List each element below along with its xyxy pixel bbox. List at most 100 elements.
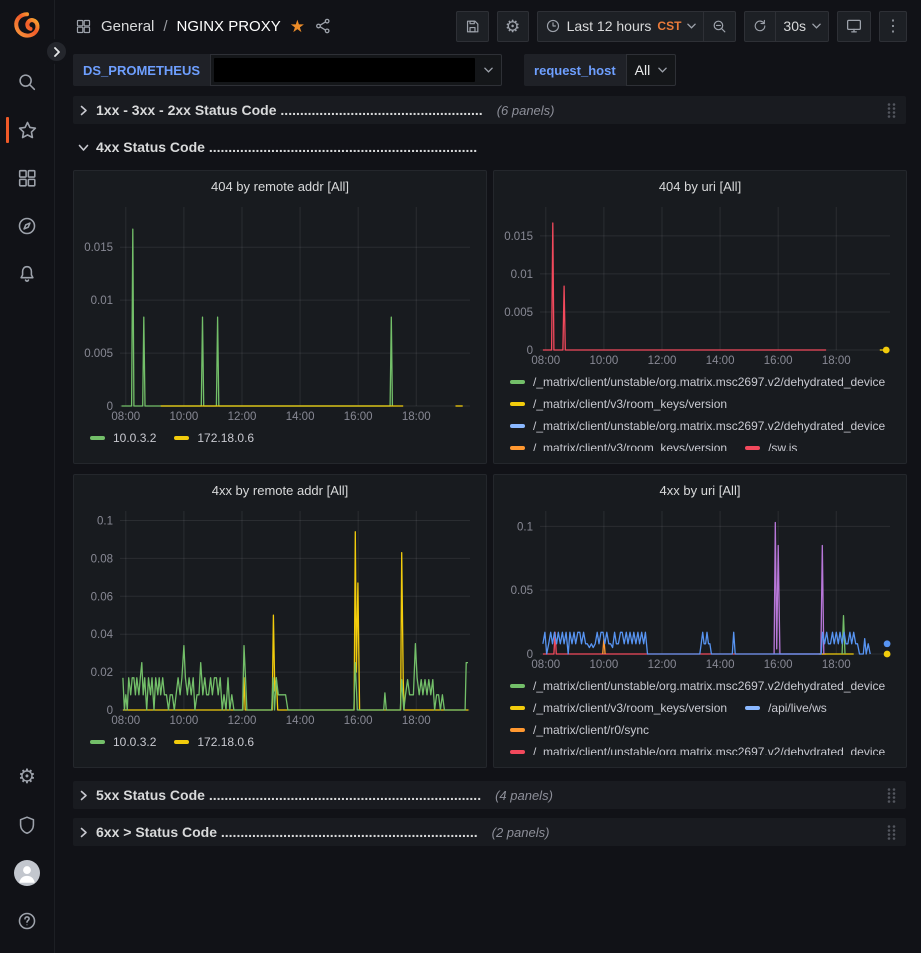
panel-title[interactable]: 4xx by remote addr [All] — [82, 480, 478, 504]
time-series-plot[interactable]: 00.020.040.060.080.108:0010:0012:0014:00… — [82, 504, 478, 728]
time-series-chart[interactable]: 00.050.108:0010:0012:0014:0016:0018:00 — [502, 504, 898, 672]
legend-item[interactable]: /_matrix/client/unstable/org.matrix.msc2… — [510, 375, 885, 389]
svg-text:14:00: 14:00 — [286, 411, 315, 423]
row-5xx[interactable]: 5xx Status Code ........................… — [73, 781, 906, 809]
legend-item[interactable]: /_matrix/client/unstable/org.matrix.msc2… — [510, 745, 885, 755]
legend-row: /_matrix/client/r0/sync — [502, 719, 898, 741]
panel-404-by-uri: 404 by uri [All] 00.0050.010.01508:0010:… — [493, 170, 907, 464]
legend-item[interactable]: /sw.js — [745, 441, 797, 451]
star-icon — [16, 119, 39, 142]
sidebar-item-settings[interactable]: ⚙ — [0, 753, 55, 801]
sidebar-item-starred[interactable] — [0, 106, 55, 154]
svg-text:18:00: 18:00 — [402, 715, 431, 727]
more-options-button[interactable]: ⋮ — [879, 11, 907, 42]
legend-item[interactable]: 172.18.0.6 — [174, 431, 254, 445]
tv-mode-button[interactable] — [837, 11, 871, 42]
series-label: /_matrix/client/v3/room_keys/version — [533, 397, 727, 411]
svg-text:18:00: 18:00 — [822, 659, 851, 671]
legend-item[interactable]: /_matrix/client/v3/room_keys/version — [510, 397, 727, 411]
panel-title[interactable]: 404 by remote addr [All] — [82, 176, 478, 200]
legend-item[interactable]: 172.18.0.6 — [174, 735, 254, 749]
help-icon — [16, 910, 38, 932]
toolbar: ⚙ Last 12 hours CST — [456, 11, 907, 42]
refresh-interval-picker[interactable]: 30s — [776, 11, 829, 42]
sidebar: ⚙ — [0, 0, 55, 953]
legend-item[interactable]: 10.0.3.2 — [90, 431, 156, 445]
time-range-picker[interactable]: Last 12 hours CST — [537, 11, 705, 42]
gear-icon: ⚙ — [18, 767, 36, 787]
series-color-swatch — [510, 424, 525, 428]
chevron-right-icon — [78, 105, 89, 116]
sidebar-item-server-admin[interactable] — [0, 801, 55, 849]
share-icon[interactable] — [314, 17, 332, 35]
time-series-chart[interactable]: 00.0050.010.01508:0010:0012:0014:0016:00… — [82, 200, 478, 424]
dashboard-settings-button[interactable]: ⚙ — [497, 11, 529, 42]
panel-title[interactable]: 4xx by uri [All] — [502, 480, 898, 504]
row-6xx[interactable]: 6xx > Status Code ......................… — [73, 818, 906, 846]
clock-icon — [545, 18, 561, 34]
refresh-dashboard-button[interactable] — [744, 11, 776, 42]
sidebar-item-help[interactable] — [0, 897, 55, 945]
time-picker-group: Last 12 hours CST — [537, 11, 737, 42]
sidebar-item-profile[interactable] — [0, 849, 55, 897]
legend-item[interactable]: 10.0.3.2 — [90, 735, 156, 749]
legend-item[interactable]: /_matrix/client/v3/room_keys/version — [510, 701, 727, 715]
series-color-swatch — [174, 740, 189, 744]
legend-item[interactable]: /_matrix/client/r0/sync — [510, 723, 649, 737]
sidebar-expand-button[interactable] — [44, 39, 69, 64]
svg-text:0.06: 0.06 — [91, 591, 113, 603]
panel-row-bottom: 4xx by remote addr [All] 00.020.040.060.… — [73, 474, 906, 768]
chevron-down-icon — [484, 67, 493, 73]
time-series-chart[interactable]: 00.0050.010.01508:0010:0012:0014:0016:00… — [502, 200, 898, 368]
svg-text:10:00: 10:00 — [170, 715, 199, 727]
panel-row-top: 404 by remote addr [All] 00.0050.010.015… — [73, 170, 906, 464]
series-label: 172.18.0.6 — [197, 431, 254, 445]
legend-item[interactable]: /_matrix/client/unstable/org.matrix.msc2… — [510, 419, 885, 433]
svg-text:18:00: 18:00 — [822, 355, 851, 367]
variable-value-dropdown[interactable]: All — [626, 54, 677, 86]
series-color-swatch — [745, 706, 760, 710]
breadcrumb-folder[interactable]: General — [101, 18, 154, 35]
chevron-right-icon — [78, 827, 89, 838]
svg-text:14:00: 14:00 — [706, 659, 735, 671]
save-dashboard-button[interactable] — [456, 11, 489, 42]
svg-text:12:00: 12:00 — [648, 659, 677, 671]
panel-4xx-by-remote-addr: 4xx by remote addr [All] 00.020.040.060.… — [73, 474, 487, 768]
monitor-icon — [845, 17, 863, 35]
legend-item[interactable]: /api/live/ws — [745, 701, 827, 715]
time-series-plot[interactable]: 00.0050.010.01508:0010:0012:0014:0016:00… — [82, 200, 478, 424]
panel-legend: /_matrix/client/unstable/org.matrix.msc2… — [502, 371, 898, 451]
svg-text:16:00: 16:00 — [344, 411, 373, 423]
chevron-down-icon — [812, 23, 821, 29]
row-drag-handle[interactable] — [883, 822, 900, 843]
sidebar-item-explore[interactable] — [0, 202, 55, 250]
svg-text:10:00: 10:00 — [170, 411, 199, 423]
grafana-logo[interactable] — [10, 10, 44, 44]
panel-title[interactable]: 404 by uri [All] — [502, 176, 898, 200]
row-title: 5xx Status Code ........................… — [96, 787, 481, 803]
sidebar-item-dashboards[interactable] — [0, 154, 55, 202]
variable-value-dropdown[interactable] — [210, 54, 502, 86]
row-panel-count: (6 panels) — [497, 103, 555, 118]
time-series-plot[interactable]: 00.0050.010.01508:0010:0012:0014:0016:00… — [502, 200, 898, 368]
series-color-swatch — [510, 728, 525, 732]
svg-text:0.005: 0.005 — [84, 348, 113, 360]
time-series-plot[interactable]: 00.050.108:0010:0012:0014:0016:0018:00 — [502, 504, 898, 672]
legend-item[interactable]: /_matrix/client/v3/room_keys/version — [510, 441, 727, 451]
favorite-star-icon[interactable]: ★ — [290, 18, 305, 35]
row-1xx-3xx-2xx[interactable]: 1xx - 3xx - 2xx Status Code ............… — [73, 96, 906, 124]
sidebar-item-alerting[interactable] — [0, 250, 55, 298]
svg-text:0.1: 0.1 — [517, 521, 533, 533]
apps-grid-icon — [75, 18, 92, 35]
row-drag-handle[interactable] — [883, 100, 900, 121]
row-4xx[interactable]: 4xx Status Code ........................… — [73, 133, 906, 161]
series-color-swatch — [745, 446, 760, 450]
sidebar-item-search[interactable] — [0, 58, 55, 106]
legend-row: /_matrix/client/unstable/org.matrix.msc2… — [502, 741, 898, 755]
time-series-chart[interactable]: 00.020.040.060.080.108:0010:0012:0014:00… — [82, 504, 478, 728]
variable-value: All — [635, 62, 651, 78]
zoom-out-time-button[interactable] — [704, 11, 736, 42]
legend-item[interactable]: /_matrix/client/unstable/org.matrix.msc2… — [510, 679, 885, 693]
dashboard-title[interactable]: NGINX PROXY — [177, 18, 281, 35]
row-drag-handle[interactable] — [883, 785, 900, 806]
